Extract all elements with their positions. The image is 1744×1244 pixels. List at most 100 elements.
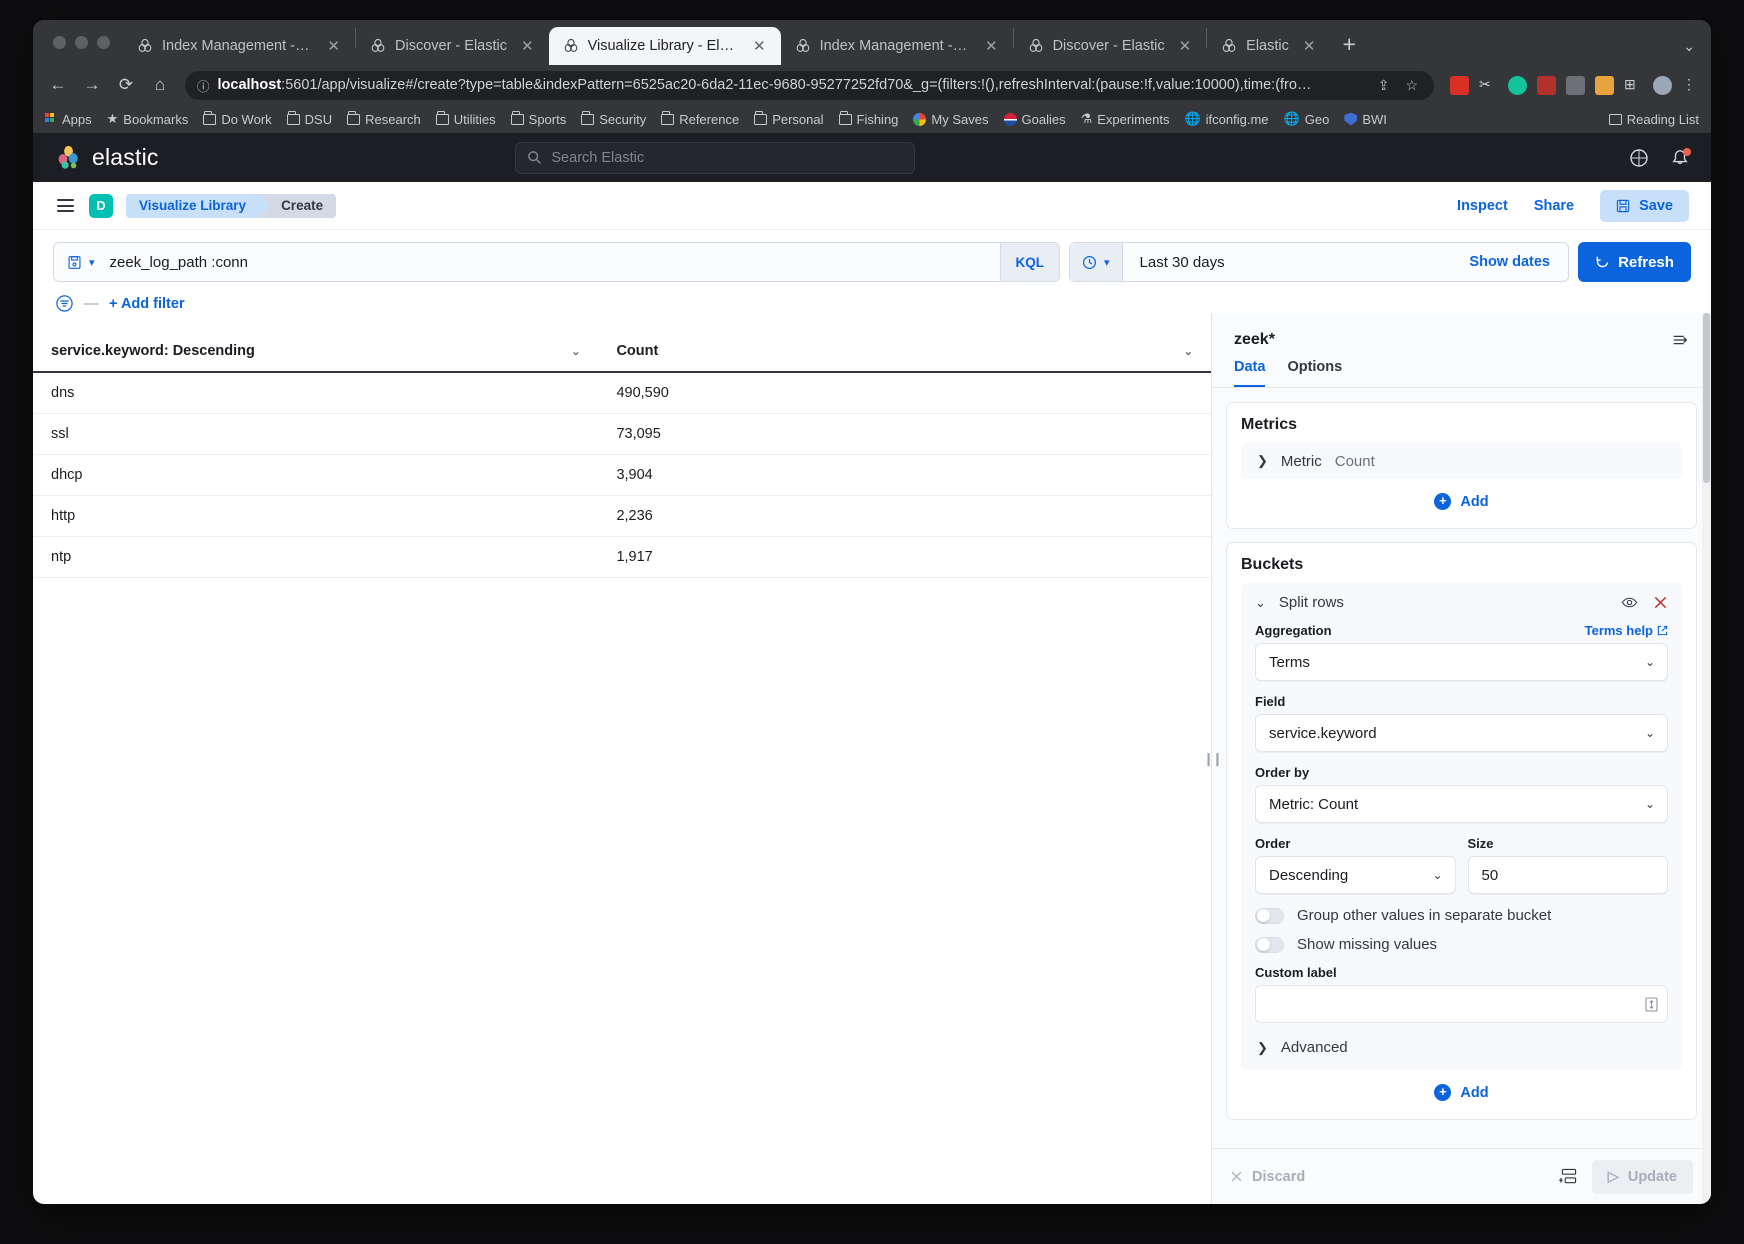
global-search-input[interactable]: Search Elastic bbox=[515, 141, 916, 174]
new-tab-button[interactable]: + bbox=[1330, 33, 1367, 65]
bookmark-do-work[interactable]: Do Work bbox=[203, 111, 272, 127]
browser-tab[interactable]: Discover - Elastic ✕ bbox=[1014, 27, 1207, 65]
menu-toggle-button[interactable] bbox=[55, 195, 76, 216]
close-tab-button[interactable]: ✕ bbox=[516, 39, 539, 54]
bookmark-reference[interactable]: Reference bbox=[661, 111, 739, 127]
query-input[interactable]: zeek_log_path :conn bbox=[106, 243, 1000, 281]
bookmark-bookmarks[interactable]: ★ Bookmarks bbox=[107, 111, 189, 127]
split-rows-header[interactable]: ⌄ Split rows bbox=[1255, 594, 1668, 611]
reload-button[interactable]: ⟳ bbox=[111, 70, 141, 100]
browser-tab[interactable]: Index Management - Elastic ✕ bbox=[123, 27, 355, 65]
date-quick-select-button[interactable]: ▾ bbox=[1070, 243, 1123, 281]
add-metric-button[interactable]: + Add bbox=[1241, 479, 1682, 514]
save-to-library-icon[interactable] bbox=[1558, 1168, 1578, 1185]
show-missing-values-row[interactable]: Show missing values bbox=[1255, 936, 1668, 953]
inspect-button[interactable]: Inspect bbox=[1457, 198, 1508, 214]
column-header-count[interactable]: Count ⌄ bbox=[598, 331, 1211, 373]
maximize-window-button[interactable] bbox=[97, 36, 110, 49]
browser-tab[interactable]: Elastic ✕ bbox=[1207, 27, 1330, 65]
extension-puzzle-icon[interactable]: ⊞ bbox=[1624, 76, 1643, 95]
bookmark-utilities[interactable]: Utilities bbox=[435, 111, 496, 127]
space-avatar[interactable]: D bbox=[89, 193, 113, 218]
browser-tab[interactable]: Index Management - Elastic ✕ bbox=[781, 27, 1013, 65]
chevron-down-icon[interactable]: ⌄ bbox=[1683, 38, 1711, 65]
eye-icon[interactable] bbox=[1621, 594, 1638, 611]
custom-label-input[interactable] bbox=[1255, 985, 1668, 1023]
bookmark-my-saves[interactable]: My Saves bbox=[913, 112, 989, 127]
bookmark-security[interactable]: Security bbox=[581, 111, 646, 127]
notifications-icon[interactable] bbox=[1671, 147, 1691, 167]
query-input-container[interactable]: ▾ zeek_log_path :conn KQL bbox=[53, 242, 1060, 282]
chevron-down-icon[interactable]: ⌄ bbox=[571, 345, 580, 358]
bookmark-dsu[interactable]: DSU bbox=[286, 111, 332, 127]
extension-grammarly-icon[interactable] bbox=[1508, 75, 1527, 95]
order-by-select[interactable]: Metric: Count ⌄ bbox=[1255, 785, 1668, 823]
table-row[interactable]: ntp 1,917 bbox=[33, 536, 1211, 578]
show-dates-button[interactable]: Show dates bbox=[1469, 254, 1568, 270]
resize-grip-icon[interactable] bbox=[1645, 996, 1658, 1012]
browser-menu-icon[interactable]: ⋮ bbox=[1682, 76, 1701, 95]
group-other-values-row[interactable]: Group other values in separate bucket bbox=[1255, 907, 1668, 924]
app-scrollbar[interactable] bbox=[1702, 313, 1711, 1204]
breadcrumb-item-visualize-library[interactable]: Visualize Library bbox=[126, 193, 271, 218]
chevron-down-icon[interactable]: ⌄ bbox=[1255, 595, 1266, 611]
bookmark-research[interactable]: Research bbox=[347, 111, 421, 127]
group-other-values-toggle[interactable] bbox=[1255, 907, 1284, 924]
add-filter-button[interactable]: + Add filter bbox=[109, 296, 185, 312]
close-tab-button[interactable]: ✕ bbox=[1174, 39, 1197, 54]
bookmark-geo[interactable]: 🌐 Geo bbox=[1284, 111, 1330, 127]
profile-avatar[interactable] bbox=[1653, 75, 1672, 95]
collapse-panel-icon[interactable] bbox=[1671, 331, 1689, 349]
close-tab-button[interactable]: ✕ bbox=[980, 39, 1003, 54]
remove-bucket-icon[interactable] bbox=[1653, 595, 1668, 610]
scrollbar-thumb[interactable] bbox=[1703, 313, 1710, 483]
aggregation-select[interactable]: Terms ⌄ bbox=[1255, 643, 1668, 681]
elastic-logo[interactable]: elastic bbox=[55, 144, 159, 171]
filter-icon[interactable] bbox=[55, 294, 74, 313]
date-range-picker[interactable]: ▾ Last 30 days Show dates bbox=[1069, 242, 1569, 282]
star-icon[interactable]: ☆ bbox=[1401, 77, 1422, 94]
bookmark-experiments[interactable]: ⚗ Experiments bbox=[1081, 111, 1170, 127]
table-row[interactable]: dhcp 3,904 bbox=[33, 454, 1211, 496]
size-input[interactable]: 50 bbox=[1467, 856, 1668, 894]
extension-pdf-icon[interactable] bbox=[1537, 75, 1556, 95]
bookmark-sports[interactable]: Sports bbox=[510, 111, 566, 127]
extension-red-icon[interactable] bbox=[1450, 75, 1469, 95]
bookmark-goalies[interactable]: Goalies bbox=[1003, 112, 1066, 127]
chevron-right-icon[interactable]: ❯ bbox=[1257, 453, 1268, 469]
discard-button[interactable]: Discard bbox=[1230, 1169, 1305, 1185]
bookmark-fishing[interactable]: Fishing bbox=[838, 111, 898, 127]
help-icon[interactable] bbox=[1629, 148, 1649, 168]
close-window-button[interactable] bbox=[53, 36, 66, 49]
forward-button[interactable]: → bbox=[77, 70, 107, 100]
close-tab-button[interactable]: ✕ bbox=[748, 39, 771, 54]
field-select[interactable]: service.keyword ⌄ bbox=[1255, 714, 1668, 752]
add-bucket-button[interactable]: + Add bbox=[1241, 1070, 1682, 1105]
update-button[interactable]: ▷ Update bbox=[1591, 1159, 1693, 1194]
chevron-down-icon[interactable]: ⌄ bbox=[1184, 345, 1193, 358]
panel-resize-handle[interactable]: ❙❙ bbox=[1203, 751, 1223, 767]
bookmark-apps[interactable]: Apps bbox=[45, 112, 92, 127]
share-icon[interactable]: ⇪ bbox=[1374, 77, 1394, 94]
tab-options[interactable]: Options bbox=[1287, 359, 1342, 387]
bookmark-personal[interactable]: Personal bbox=[754, 111, 824, 127]
url-input[interactable]: ⓘ localhost:5601/app/visualize#/create?t… bbox=[185, 70, 1434, 100]
bookmark-bwi[interactable]: BWI bbox=[1344, 112, 1387, 127]
minimize-window-button[interactable] bbox=[75, 36, 88, 49]
site-info-icon[interactable]: ⓘ bbox=[197, 76, 210, 95]
date-range-value[interactable]: Last 30 days bbox=[1123, 254, 1225, 271]
refresh-button[interactable]: Refresh bbox=[1578, 242, 1691, 282]
browser-tab[interactable]: Discover - Elastic ✕ bbox=[356, 27, 549, 65]
extension-list-icon[interactable] bbox=[1595, 75, 1614, 95]
table-row[interactable]: http 2,236 bbox=[33, 495, 1211, 537]
saved-query-menu-button[interactable]: ▾ bbox=[54, 243, 106, 281]
back-button[interactable]: ← bbox=[43, 70, 73, 100]
column-header-service[interactable]: service.keyword: Descending ⌄ bbox=[33, 331, 599, 373]
terms-help-link[interactable]: Terms help bbox=[1585, 623, 1668, 638]
close-tab-button[interactable]: ✕ bbox=[1298, 39, 1321, 54]
table-row[interactable]: ssl 73,095 bbox=[33, 413, 1211, 455]
extension-window-icon[interactable] bbox=[1566, 75, 1585, 95]
query-language-button[interactable]: KQL bbox=[999, 243, 1059, 281]
extension-cut-icon[interactable]: ✂ bbox=[1479, 76, 1498, 95]
order-select[interactable]: Descending ⌄ bbox=[1255, 856, 1456, 894]
